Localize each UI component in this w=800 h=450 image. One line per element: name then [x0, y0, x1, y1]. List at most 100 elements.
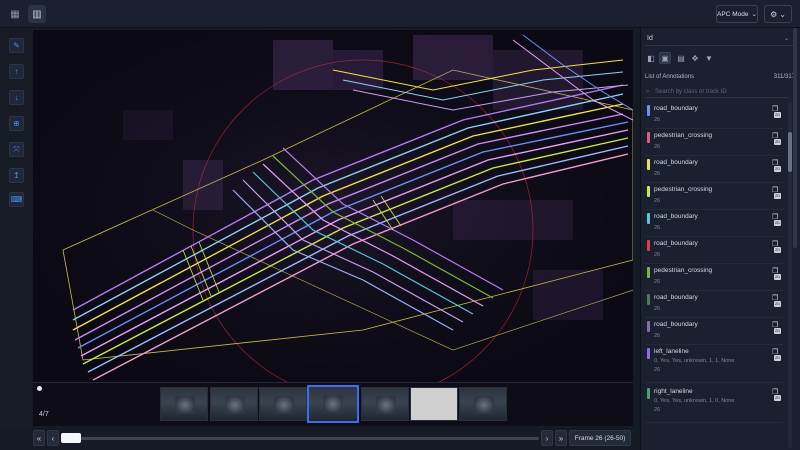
mode-dropdown[interactable]: APC Mode ⌄ — [716, 5, 758, 23]
stack-icon[interactable]: ◧ — [645, 52, 657, 64]
arrow-up-icon[interactable]: ↑ — [9, 64, 24, 79]
point-cloud-viewport[interactable] — [33, 30, 633, 382]
annotation-class-name: road_boundary — [654, 321, 698, 328]
camera-thumbnail[interactable] — [459, 387, 507, 421]
loading-indicator — [37, 386, 42, 391]
annotation-row[interactable]: road_boundary 26 ❒ 2D — [645, 318, 783, 345]
mode-label: APC Mode — [717, 10, 749, 18]
annotation-row[interactable]: pedestrian_crossing 26 ❒ 2D — [645, 183, 783, 210]
annotation-class-name: road_boundary — [654, 240, 698, 247]
grid-icon[interactable]: ▥ — [28, 5, 46, 23]
annotation-list-header: List of Annotations 311/317 — [645, 74, 795, 80]
annotation-list-title: List of Annotations — [645, 74, 695, 80]
class-color-swatch — [647, 186, 650, 197]
timeline-slider[interactable] — [63, 437, 539, 440]
annotation-row[interactable]: road_boundary 26 ❒ 2D — [645, 210, 783, 237]
class-color-swatch — [647, 132, 650, 143]
class-color-swatch — [647, 213, 650, 224]
dimension-badge-icon: 2D — [774, 220, 781, 226]
filter-icon[interactable]: ▼ — [703, 52, 715, 64]
annotation-row[interactable]: pedestrian_crossing 26 ❒ 2D — [645, 129, 783, 156]
cube-icon[interactable]: ❒ 2D — [772, 267, 781, 280]
dimension-badge-icon: 2D — [774, 247, 781, 253]
camera-thumbnail[interactable] — [410, 387, 458, 421]
info-icon[interactable]: ↥ — [9, 168, 24, 183]
cube-icon[interactable]: ❒ 2D — [772, 186, 781, 199]
search-input[interactable]: ⌕ Search by class or track ID — [645, 86, 789, 98]
comment-icon[interactable]: ▤ — [675, 52, 687, 64]
class-color-swatch — [647, 159, 650, 170]
annotation-class-name: left_laneline — [654, 348, 689, 355]
layers-icon[interactable]: ▦ — [6, 5, 24, 23]
cube-icon[interactable]: ❒ 2D — [772, 132, 781, 145]
image-icon[interactable]: ▣ — [659, 52, 671, 64]
annotation-attributes: 26 — [654, 279, 661, 285]
cube-icon[interactable]: ❒ 2D — [772, 213, 781, 226]
camera-thumbnail[interactable] — [210, 387, 258, 421]
chevron-down-icon: ⌄ — [751, 11, 757, 18]
annotation-row[interactable]: right_laneline 0, Yes, Yes, unknown, 1, 0… — [645, 385, 783, 423]
annotation-class-name: pedestrian_crossing — [654, 186, 713, 193]
dimension-badge-icon: 2D — [774, 328, 781, 334]
annotation-class-name: road_boundary — [654, 159, 698, 166]
camera-thumbnail[interactable] — [259, 387, 307, 421]
annotation-row[interactable]: road_boundary 26 ❒ 2D — [645, 291, 783, 318]
frame-label[interactable]: Frame 26 (26-50) — [569, 430, 631, 446]
annotation-scrollbar-thumb[interactable] — [788, 132, 792, 172]
annotation-attributes: 26 — [654, 225, 661, 231]
annotation-class-name: road_boundary — [654, 294, 698, 301]
annotation-attributes: 26 — [654, 252, 661, 258]
class-color-swatch — [647, 388, 650, 399]
next-frame-button[interactable]: › — [541, 430, 553, 446]
lane-map-canvas — [33, 30, 633, 382]
settings-dropdown[interactable]: ⚙ ⌄ — [764, 5, 792, 23]
annotation-row[interactable]: road_boundary 26 ❒ 2D — [645, 237, 783, 264]
dimension-badge-icon: 2D — [774, 112, 781, 118]
last-frame-button[interactable]: » — [555, 430, 567, 446]
annotation-row[interactable]: road_boundary 26 ❒ 2D — [645, 156, 783, 183]
dimension-badge-icon: 2D — [774, 395, 781, 401]
cube-icon[interactable]: ❒ 2D — [772, 105, 781, 118]
annotation-class-name: pedestrian_crossing — [654, 267, 713, 274]
annotation-attributes: 26 — [654, 333, 661, 339]
timeline-slider-thumb[interactable] — [61, 433, 81, 443]
annotation-row[interactable]: pedestrian_crossing 26 ❒ 2D — [645, 264, 783, 291]
prev-frame-button[interactable]: ‹ — [47, 430, 59, 446]
frame-counter: 4/7 — [39, 411, 49, 418]
pen-icon[interactable]: ✎ — [9, 38, 24, 53]
annotation-frame: 26 — [654, 367, 661, 373]
cube-icon[interactable]: ❒ 2D — [772, 321, 781, 334]
arrow-down-icon[interactable]: ↓ — [9, 90, 24, 105]
annotation-frame: 26 — [654, 407, 661, 413]
class-color-swatch — [647, 105, 650, 116]
cube-icon[interactable]: ❒ 2D — [772, 240, 781, 253]
id-dropdown[interactable]: Id ⌄ — [645, 32, 793, 46]
chevron-down-icon: ⌄ — [783, 36, 789, 42]
camera-thumbnail[interactable] — [160, 387, 208, 421]
chevron-down-icon: ⌄ — [779, 9, 786, 19]
annotation-list: road_boundary 26 ❒ 2D pedestrian_crossing 26 ❒… — [641, 102, 787, 450]
move-icon[interactable]: ✥ — [689, 52, 701, 64]
annotation-row[interactable]: left_laneline 0, Yes, Yes, unknown, 1, 1,… — [645, 345, 783, 383]
search-icon: ⌕ — [646, 89, 650, 95]
panel-scrollbar[interactable] — [793, 28, 797, 248]
cube-icon[interactable]: ❒ 2D — [772, 388, 781, 401]
camera-thumbnail[interactable] — [361, 387, 409, 421]
class-color-swatch — [647, 321, 650, 332]
annotation-attributes: 0, Yes, Yes, unknown, 1, 1, None — [654, 358, 735, 364]
cube-icon[interactable]: ❒ 2D — [772, 348, 781, 361]
camera-thumbnail-selected[interactable] — [307, 385, 359, 423]
class-color-swatch — [647, 240, 650, 251]
cube-icon[interactable]: ❒ 2D — [772, 294, 781, 307]
class-color-swatch — [647, 267, 650, 278]
annotation-row[interactable]: road_boundary 26 ❒ 2D — [645, 102, 783, 129]
id-dropdown-label: Id — [647, 35, 653, 42]
first-frame-button[interactable]: « — [33, 430, 45, 446]
keyboard-icon[interactable]: ⌨ — [9, 192, 24, 207]
expand-icon[interactable]: ⤧ — [9, 142, 24, 157]
zoom-icon[interactable]: ⊕ — [9, 116, 24, 131]
annotation-attributes: 26 — [654, 117, 661, 123]
dimension-badge-icon: 2D — [774, 193, 781, 199]
timeline-bar: « ‹ › » Frame 26 (26-50) — [33, 428, 633, 448]
cube-icon[interactable]: ❒ 2D — [772, 159, 781, 172]
